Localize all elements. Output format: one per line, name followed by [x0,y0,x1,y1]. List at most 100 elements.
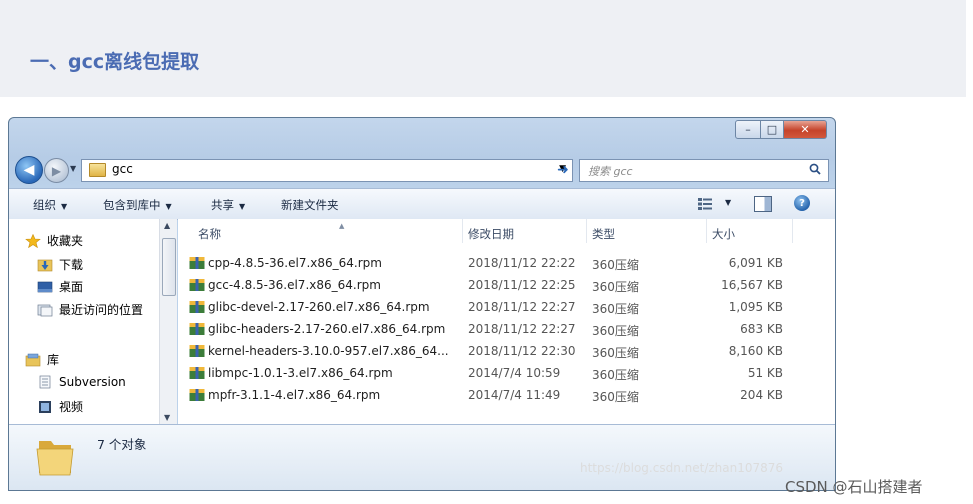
include-library-label: 包含到库中 [103,198,161,212]
file-name: mpfr-3.1.1-4.el7.x86_64.rpm [208,388,381,402]
file-type: 360压缩 [592,302,639,316]
file-row[interactable]: glibc-headers-2.17-260.el7.x86_64.rpm 20… [178,319,798,341]
archive-file-icon [189,389,205,401]
nav-item-libraries[interactable]: 库 [25,351,59,368]
file-row[interactable]: cpp-4.8.5-36.el7.x86_64.rpm 2018/11/12 2… [178,253,798,275]
scroll-up-arrow[interactable]: ▲ [164,221,170,230]
file-size: 6,091 KB [728,256,783,270]
nav-label: 库 [47,353,60,367]
command-bar: 组织 ▼ 包含到库中 ▼ 共享 ▼ 新建文件夹 ▼ ? [9,188,835,220]
file-date: 2018/11/12 22:27 [468,300,576,314]
file-type: 360压缩 [592,368,639,382]
file-size: 16,567 KB [721,278,783,292]
share-label: 共享 [211,198,234,212]
caption-buttons: – □ ✕ [735,120,827,139]
organize-label: 组织 [33,198,56,212]
file-name: glibc-devel-2.17-260.el7.x86_64.rpm [208,300,430,314]
file-size: 683 KB [740,322,783,336]
search-icon[interactable] [809,163,821,175]
new-folder-button[interactable]: 新建文件夹 [281,197,339,213]
desktop-icon [37,281,53,292]
column-header-name[interactable]: 名称 ▲ [192,219,463,243]
column-header-size[interactable]: 大小 [706,219,793,243]
file-type: 360压缩 [592,258,639,272]
arrow-left-icon: ◀ [23,162,35,178]
search-box[interactable]: 搜索 gcc [579,159,829,182]
object-count: 7 个对象 [97,437,147,452]
include-library-menu[interactable]: 包含到库中 ▼ [103,197,172,213]
scroll-thumb[interactable] [162,238,176,296]
close-button[interactable]: ✕ [784,120,827,139]
preview-pane-icon[interactable] [754,196,772,212]
archive-file-icon [189,301,205,313]
nav-item-recent[interactable]: 最近访问的位置 [37,301,143,318]
nav-scrollbar[interactable]: ▲ ▼ [159,219,177,424]
file-row[interactable]: glibc-devel-2.17-260.el7.x86_64.rpm 2018… [178,297,798,319]
address-path: gcc [112,162,133,176]
minimize-button[interactable]: – [735,120,761,139]
share-menu[interactable]: 共享 ▼ [211,197,245,213]
document-library-icon [39,375,51,389]
file-row[interactable]: mpfr-3.1.1-4.el7.x86_64.rpm 2014/7/4 11:… [178,385,798,407]
recent-places-icon [37,304,53,316]
nav-label: 桌面 [59,280,84,294]
help-icon[interactable]: ? [794,195,810,211]
video-library-icon [39,400,51,413]
file-name: kernel-headers-3.10.0-957.el7.x86_64... [208,344,449,358]
view-options-icon[interactable] [697,197,713,211]
nav-item-subversion[interactable]: Subversion [37,375,126,389]
archive-file-icon [189,257,205,269]
archive-file-icon [189,367,205,379]
file-size: 1,095 KB [728,300,783,314]
file-date: 2018/11/12 22:27 [468,322,576,336]
recent-pages-dropdown[interactable]: ▼ [70,164,76,173]
file-name: libmpc-1.0.1-3.el7.x86_64.rpm [208,366,393,380]
nav-label: 视频 [59,400,84,414]
watermark-csdn: CSDN @石山搭建者 [785,478,923,496]
nav-item-favorites[interactable]: 收藏夹 [25,232,83,249]
file-type: 360压缩 [592,390,639,404]
maximize-button[interactable]: □ [761,120,784,139]
file-size: 204 KB [740,388,783,402]
file-row[interactable]: libmpc-1.0.1-3.el7.x86_64.rpm 2014/7/4 1… [178,363,798,385]
file-row[interactable]: kernel-headers-3.10.0-957.el7.x86_64... … [178,341,798,363]
file-name: glibc-headers-2.17-260.el7.x86_64.rpm [208,322,446,336]
archive-file-icon [189,279,205,291]
address-bar[interactable]: gcc ▼ [81,159,573,182]
nav-label: 最近访问的位置 [59,303,144,317]
search-input[interactable]: 搜索 gcc [588,163,633,179]
folder-icon [89,163,106,177]
arrow-go-icon: ➜ [557,161,569,178]
view-options-dropdown[interactable]: ▼ [725,198,731,207]
archive-file-icon [189,323,205,335]
organize-menu[interactable]: 组织 ▼ [33,197,67,213]
column-header-type[interactable]: 类型 [586,219,707,243]
explorer-window: – □ ✕ ◀ ▶ ▼ gcc ▼ ➜ 搜索 gcc 组织 ▼ 包含到库中 ▼ 共享… [8,117,836,491]
file-date: 2018/11/12 22:22 [468,256,576,270]
back-button[interactable]: ◀ [15,156,43,184]
column-header-date[interactable]: 修改日期 [462,219,587,243]
file-name: gcc-4.8.5-36.el7.x86_64.rpm [208,278,381,292]
forward-button[interactable]: ▶ [44,158,69,183]
watermark-url: https://blog.csdn.net/zhan107876 [580,461,784,475]
file-date: 2018/11/12 22:25 [468,278,576,292]
refresh-button[interactable]: ➜ [553,160,573,179]
file-name: cpp-4.8.5-36.el7.x86_64.rpm [208,256,382,270]
file-date: 2014/7/4 11:49 [468,388,561,402]
downloads-folder-icon [37,259,53,271]
nav-item-videos[interactable]: 视频 [37,398,83,415]
column-label: 修改日期 [468,227,514,241]
column-label: 类型 [592,227,615,241]
arrow-right-icon: ▶ [51,163,62,178]
nav-label: Subversion [59,375,126,389]
nav-item-desktop[interactable]: 桌面 [37,278,83,295]
file-list-pane: 名称 ▲ 修改日期 类型 大小 cpp-4.8.5-36.el7.x86_64.… [178,219,835,424]
file-row[interactable]: gcc-4.8.5-36.el7.x86_64.rpm 2018/11/12 2… [178,275,798,297]
archive-file-icon [189,345,205,357]
scroll-down-arrow[interactable]: ▼ [164,413,170,422]
file-date: 2018/11/12 22:30 [468,344,576,358]
nav-item-downloads[interactable]: 下载 [37,256,83,273]
column-label: 名称 [198,227,221,241]
article-heading: 一、gcc离线包提取 [30,51,200,73]
file-type: 360压缩 [592,324,639,338]
